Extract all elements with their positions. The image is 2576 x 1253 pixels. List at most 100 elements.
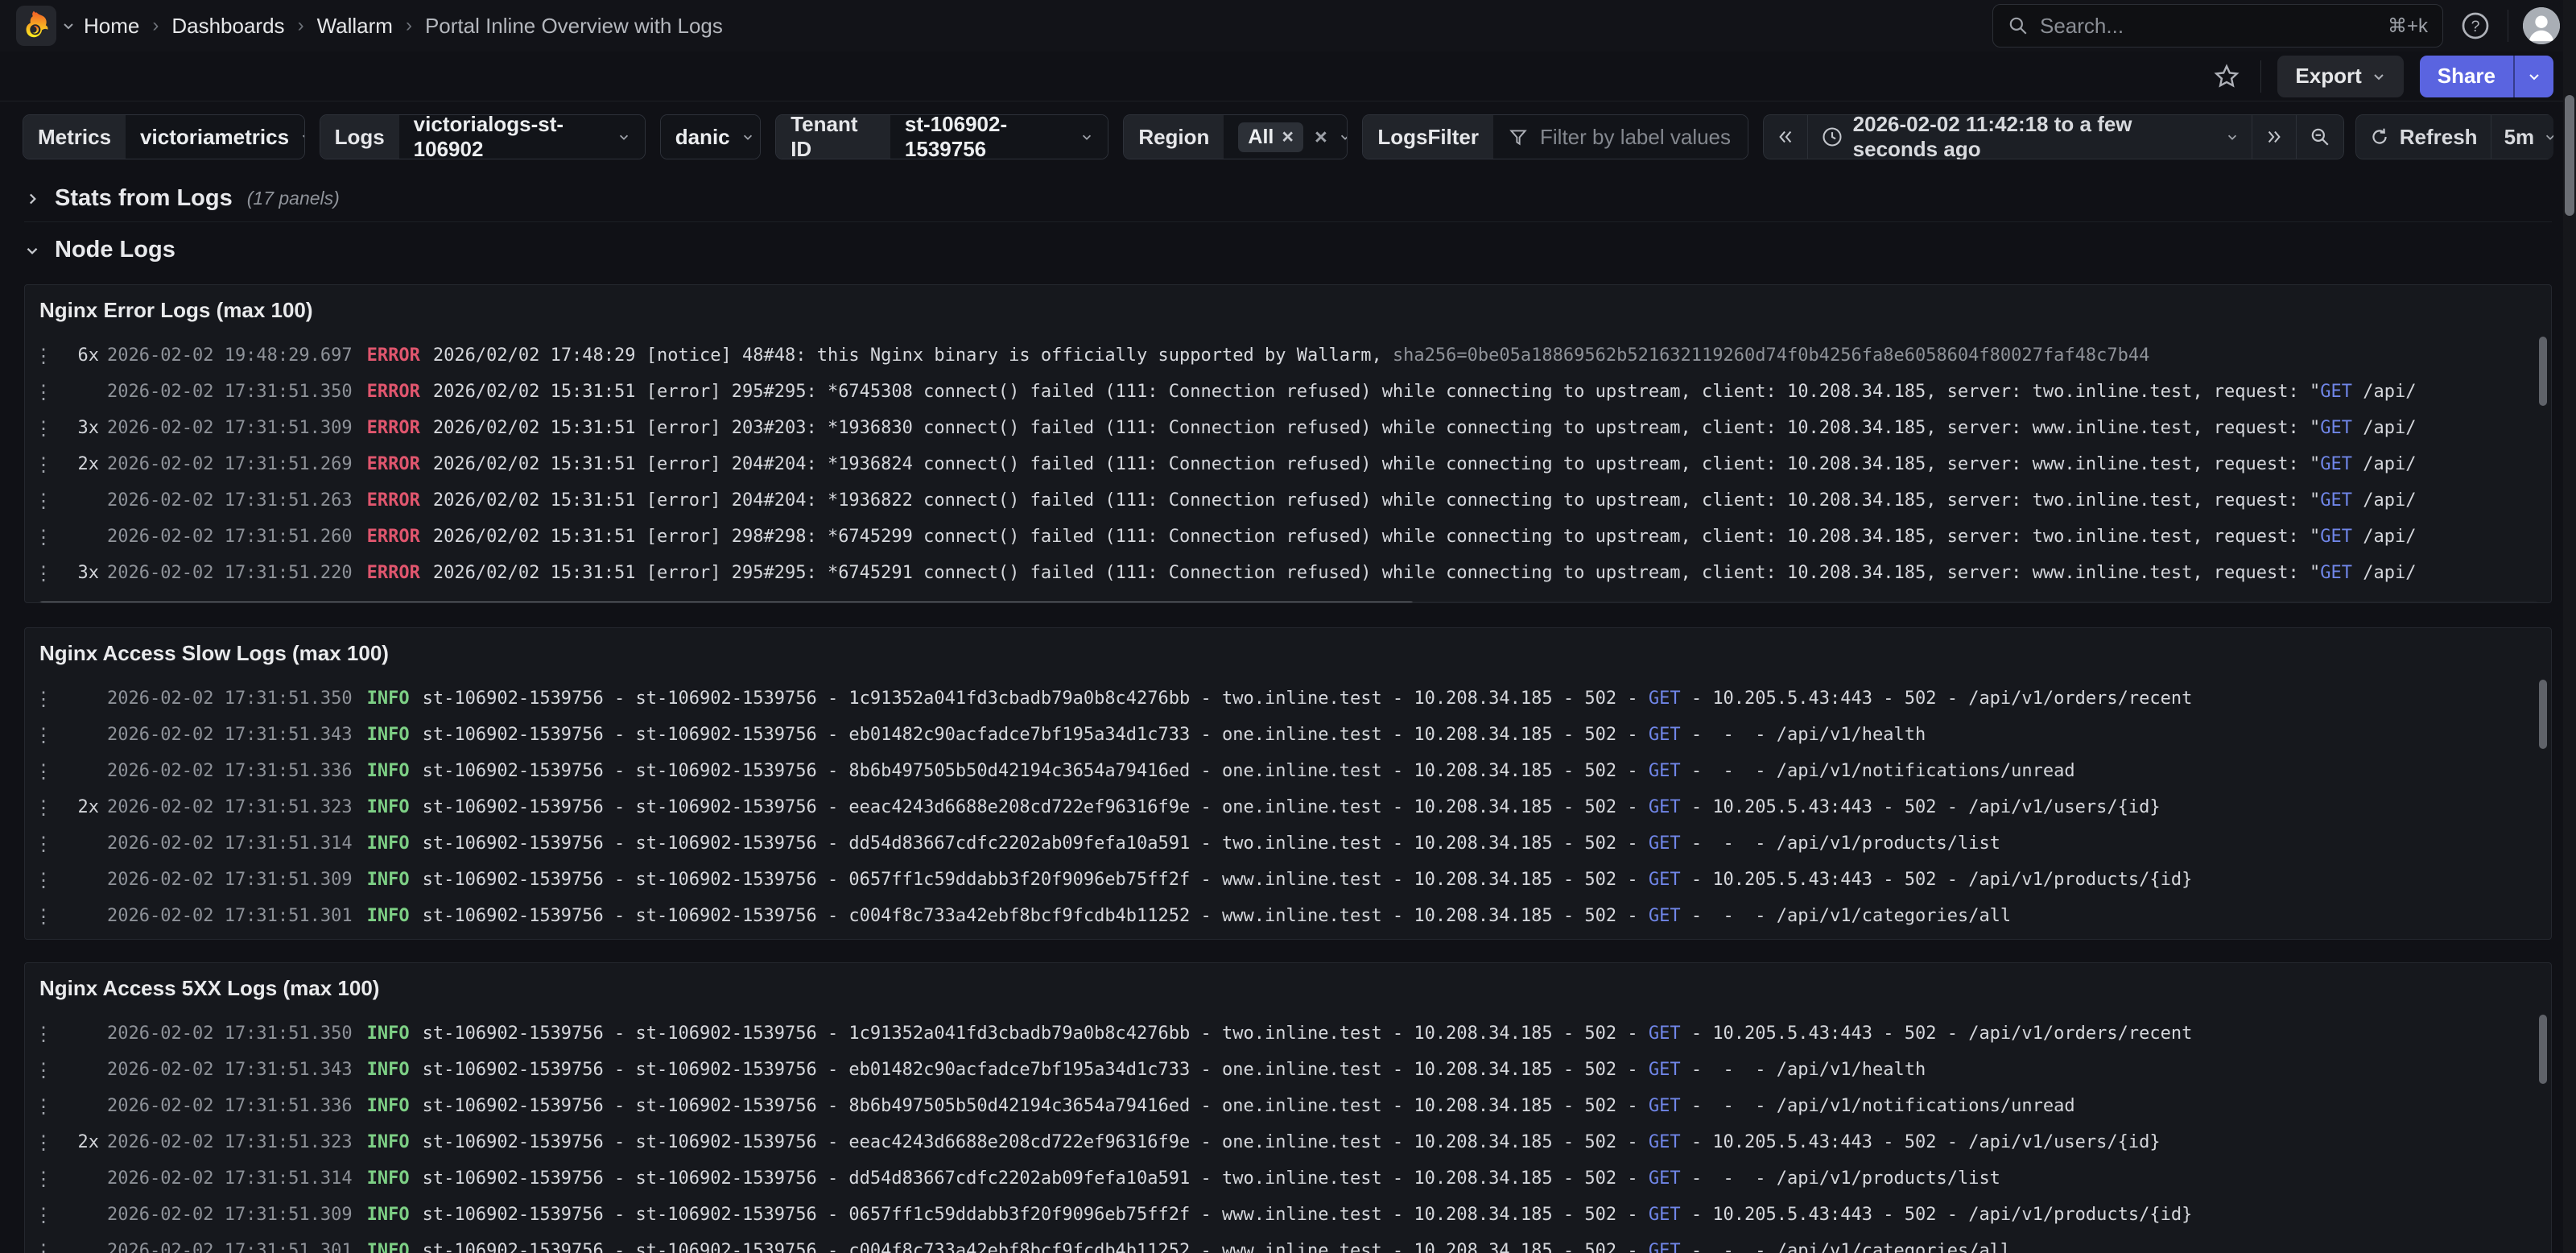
row-menu-icon[interactable]: ⋮ <box>25 1240 60 1253</box>
log-row[interactable]: ⋮2026-02-02 17:31:51.263ERROR2026/02/02 … <box>25 482 2551 519</box>
log-row[interactable]: ⋮2026-02-02 17:31:51.309INFOst-106902-15… <box>25 862 2551 898</box>
time-shift-forward-button[interactable] <box>2252 114 2297 159</box>
row-menu-icon[interactable]: ⋮ <box>25 724 60 746</box>
log-row[interactable]: ⋮2026-02-02 17:31:51.350ERROR2026/02/02 … <box>25 374 2551 410</box>
log-row[interactable]: ⋮2026-02-02 17:31:51.336INFOst-106902-15… <box>25 753 2551 789</box>
section-panel-count: (17 panels) <box>247 188 340 209</box>
row-menu-icon[interactable]: ⋮ <box>25 833 60 855</box>
refresh-interval-button[interactable]: 5m <box>2491 114 2553 159</box>
log-row[interactable]: ⋮2x2026-02-02 17:31:51.323INFOst-106902-… <box>25 789 2551 825</box>
log-row[interactable]: ⋮6x2026-02-02 19:48:29.697ERROR2026/02/0… <box>25 337 2551 374</box>
log-row[interactable]: ⋮2026-02-02 17:31:51.260ERROR2026/02/02 … <box>25 519 2551 555</box>
row-menu-icon[interactable]: ⋮ <box>25 688 60 710</box>
row-menu-icon[interactable]: ⋮ <box>25 345 60 367</box>
horizontal-scrollbar[interactable] <box>36 601 2540 603</box>
log-timestamp: 2026-02-02 17:31:51.343 <box>107 725 367 745</box>
row-menu-icon[interactable]: ⋮ <box>25 760 60 783</box>
breadcrumb-wallarm[interactable]: Wallarm <box>317 14 393 39</box>
search-box[interactable]: ⌘+k <box>1992 4 2443 48</box>
vertical-scrollbar-thumb[interactable] <box>2539 337 2547 406</box>
clear-region-icon[interactable]: × <box>1315 125 1327 150</box>
panel-title[interactable]: Nginx Error Logs (max 100) <box>25 285 2551 331</box>
grafana-logo[interactable] <box>16 6 56 46</box>
log-message-segment: GET <box>1649 689 1681 709</box>
horizontal-scrollbar-thumb[interactable] <box>38 602 1415 603</box>
user-avatar[interactable] <box>2523 7 2560 44</box>
row-stats-from-logs[interactable]: Stats from Logs (17 panels) <box>0 171 2576 221</box>
vertical-scrollbar-thumb[interactable] <box>2539 680 2547 749</box>
log-row[interactable]: ⋮3x2026-02-02 17:31:51.309ERROR2026/02/0… <box>25 410 2551 446</box>
variable-metrics-selected: victoriametrics <box>140 125 289 150</box>
log-message: st-106902-1539756 - st-106902-1539756 - … <box>423 797 2551 817</box>
row-menu-icon[interactable]: ⋮ <box>25 1204 60 1226</box>
page-scrollbar[interactable] <box>2563 0 2576 1253</box>
log-message-segment: st-106902-1539756 - st-106902-1539756 - … <box>423 1023 1649 1044</box>
log-row[interactable]: ⋮2026-02-02 17:31:51.336INFOst-106902-15… <box>25 1088 2551 1124</box>
log-message-segment: GET <box>1649 906 1681 926</box>
variable-node-value[interactable]: danic <box>661 115 761 159</box>
top-nav-bar: Home › Dashboards › Wallarm › Portal Inl… <box>0 0 2576 52</box>
svg-text:?: ? <box>2471 18 2480 35</box>
row-menu-icon[interactable]: ⋮ <box>25 796 60 819</box>
log-row[interactable]: ⋮2026-02-02 17:31:51.343INFOst-106902-15… <box>25 1052 2551 1088</box>
log-message-segment: - 10.205.5.43:443 - 502 - /api/v1/users/… <box>1681 1132 2161 1152</box>
org-switcher-chevron-icon[interactable] <box>61 19 76 33</box>
row-menu-icon[interactable]: ⋮ <box>25 526 60 548</box>
variable-tenant-id-value[interactable]: st-106902-1539756 <box>890 115 1108 159</box>
search-input[interactable] <box>2040 14 2376 39</box>
variable-region-value[interactable]: All × × <box>1224 115 1348 159</box>
help-button[interactable]: ? <box>2458 8 2493 43</box>
row-menu-icon[interactable]: ⋮ <box>25 453 60 476</box>
breadcrumb-dashboards[interactable]: Dashboards <box>171 14 284 39</box>
log-level: INFO <box>367 870 423 890</box>
row-menu-icon[interactable]: ⋮ <box>25 905 60 928</box>
zoom-out-time-button[interactable] <box>2297 114 2344 159</box>
log-row[interactable]: ⋮2026-02-02 17:31:51.301INFOst-106902-15… <box>25 898 2551 934</box>
row-node-logs[interactable]: Node Logs <box>0 222 2576 273</box>
log-row[interactable]: ⋮2026-02-02 17:31:51.314INFOst-106902-15… <box>25 1160 2551 1197</box>
panel-title[interactable]: Nginx Access 5XX Logs (max 100) <box>25 963 2551 1009</box>
log-level: INFO <box>367 1096 423 1116</box>
panel-title[interactable]: Nginx Access Slow Logs (max 100) <box>25 628 2551 674</box>
log-multiplier: 6x <box>60 345 107 366</box>
time-range-picker-button[interactable]: 2026-02-02 11:42:18 to a few seconds ago <box>1808 114 2252 159</box>
row-menu-icon[interactable]: ⋮ <box>25 1095 60 1118</box>
row-menu-icon[interactable]: ⋮ <box>25 381 60 403</box>
variable-logs-value[interactable]: victorialogs-st-106902 <box>399 115 645 159</box>
share-options-chevron[interactable] <box>2513 56 2553 97</box>
log-message-segment: GET <box>1649 870 1681 890</box>
log-row[interactable]: ⋮2x2026-02-02 17:31:51.323INFOst-106902-… <box>25 1124 2551 1160</box>
page-scrollbar-thumb[interactable] <box>2565 95 2574 216</box>
row-menu-icon[interactable]: ⋮ <box>25 490 60 512</box>
log-row[interactable]: ⋮2x2026-02-02 17:31:51.269ERROR2026/02/0… <box>25 446 2551 482</box>
time-shift-back-button[interactable] <box>1763 114 1808 159</box>
log-message-segment: 2026/02/02 15:31:51 [error] 204#204: *19… <box>433 454 2320 474</box>
log-row[interactable]: ⋮2026-02-02 17:31:51.314INFOst-106902-15… <box>25 825 2551 862</box>
log-row[interactable]: ⋮2026-02-02 17:31:51.301INFOst-106902-15… <box>25 1233 2551 1253</box>
log-row[interactable]: ⋮2026-02-02 17:31:51.343INFOst-106902-15… <box>25 717 2551 753</box>
vertical-scrollbar-thumb[interactable] <box>2539 1015 2547 1084</box>
refresh-button[interactable]: Refresh <box>2355 114 2491 159</box>
row-menu-icon[interactable]: ⋮ <box>25 417 60 440</box>
row-menu-icon[interactable]: ⋮ <box>25 1168 60 1190</box>
chevron-down-icon <box>2226 130 2239 143</box>
log-message-segment: - - - /api/v1/notifications/unread <box>1681 761 2075 781</box>
export-button[interactable]: Export <box>2277 56 2403 97</box>
row-menu-icon[interactable]: ⋮ <box>25 562 60 585</box>
row-menu-icon[interactable]: ⋮ <box>25 869 60 891</box>
log-message-segment: - - - /api/v1/products/list <box>1681 1168 2000 1189</box>
log-row[interactable]: ⋮2026-02-02 17:31:51.309INFOst-106902-15… <box>25 1197 2551 1233</box>
logs-filter-input[interactable] <box>1540 125 1748 150</box>
variable-metrics-value[interactable]: victoriametrics <box>126 115 305 159</box>
row-menu-icon[interactable]: ⋮ <box>25 1023 60 1045</box>
log-row[interactable]: ⋮3x2026-02-02 17:31:51.220ERROR2026/02/0… <box>25 555 2551 591</box>
row-menu-icon[interactable]: ⋮ <box>25 1131 60 1154</box>
share-button[interactable]: Share <box>2420 56 2513 97</box>
favorite-star-button[interactable] <box>2209 59 2244 94</box>
row-menu-icon[interactable]: ⋮ <box>25 1059 60 1081</box>
remove-region-value-icon[interactable]: × <box>1282 126 1294 149</box>
log-row[interactable]: ⋮2026-02-02 17:31:51.350INFOst-106902-15… <box>25 680 2551 717</box>
breadcrumb-home[interactable]: Home <box>84 14 139 39</box>
log-row[interactable]: ⋮2026-02-02 17:31:51.350INFOst-106902-15… <box>25 1015 2551 1052</box>
variable-node-selected: danic <box>675 125 730 150</box>
